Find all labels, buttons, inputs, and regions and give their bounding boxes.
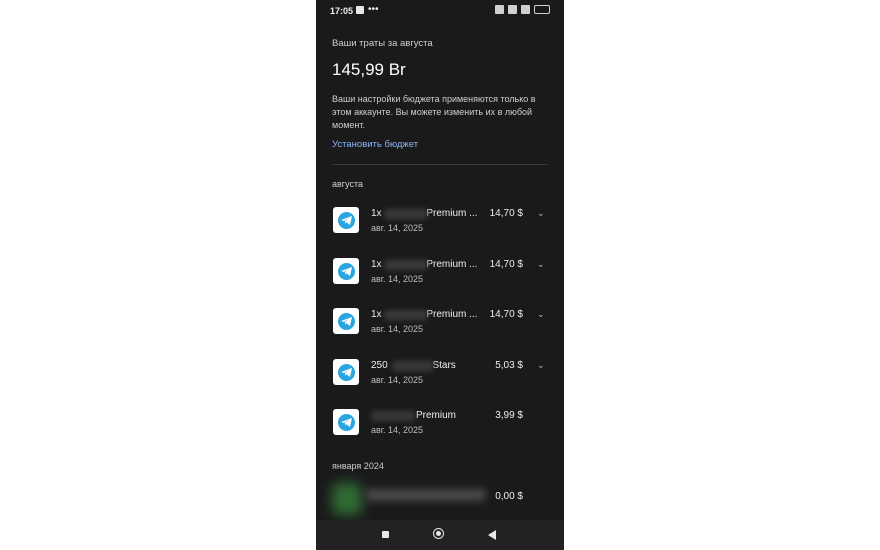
back-button[interactable]	[488, 530, 496, 540]
home-button[interactable]	[433, 528, 444, 539]
chevron-down-icon[interactable]: ⌄	[537, 360, 545, 371]
transaction-date: авг. 14, 2025	[371, 375, 424, 385]
set-budget-link[interactable]: Установить бюджет	[332, 139, 418, 150]
transaction-price: 14,70 $	[489, 259, 523, 270]
vpn-icon	[508, 5, 517, 14]
section-label: августа	[332, 179, 363, 189]
redacted-text	[366, 489, 486, 501]
app-icon	[333, 207, 359, 233]
app-icon	[333, 409, 359, 435]
notification-icon	[356, 6, 364, 14]
telegram-icon	[337, 413, 355, 431]
transaction-row[interactable]: 1x Premium ... авг. 14, 2025 14,70 $ ⌄	[316, 258, 564, 298]
transaction-price: 14,70 $	[489, 208, 523, 219]
redacted-text	[392, 361, 434, 371]
recents-button[interactable]	[382, 531, 389, 538]
transaction-date: авг. 14, 2025	[371, 324, 424, 334]
transaction-price: 0,00 $	[495, 491, 523, 502]
redacted-text	[384, 209, 428, 219]
mute-icon	[495, 5, 504, 14]
transaction-row[interactable]: 1x Premium ... авг. 14, 2025 14,70 $ ⌄	[316, 308, 564, 348]
telegram-icon	[337, 262, 355, 280]
transaction-price: 14,70 $	[489, 309, 523, 320]
telegram-icon	[337, 312, 355, 330]
transaction-row[interactable]: Premium авг. 14, 2025 3,99 $	[316, 409, 564, 449]
transaction-date: авг. 14, 2025	[371, 274, 424, 284]
status-icons	[495, 5, 550, 14]
transaction-price: 5,03 $	[495, 360, 523, 371]
status-time: 17:05	[330, 6, 354, 16]
redacted-text	[371, 411, 415, 421]
status-bar: 17:05 •••	[316, 0, 564, 22]
signal-icon	[521, 5, 530, 14]
chevron-down-icon[interactable]: ⌄	[537, 309, 545, 320]
chevron-down-icon[interactable]: ⌄	[537, 259, 545, 270]
transaction-row[interactable]: 1x Premium ... авг. 14, 2025 14,70 $ ⌄	[316, 207, 564, 247]
transaction-price: 3,99 $	[495, 410, 523, 421]
divider	[332, 164, 548, 165]
telegram-icon	[337, 363, 355, 381]
budget-title: Ваши траты за августа	[332, 38, 433, 49]
phone-screen: 17:05 ••• Ваши траты за августа 145,99 B…	[316, 0, 564, 550]
app-icon	[333, 308, 359, 334]
app-icon	[333, 258, 359, 284]
redacted-text	[384, 310, 428, 320]
telegram-icon	[337, 211, 355, 229]
app-icon	[333, 359, 359, 385]
redacted-text	[384, 260, 428, 270]
spent-amount: 145,99 Br	[332, 60, 406, 79]
navigation-bar	[316, 520, 564, 550]
section-label: января 2024	[332, 461, 384, 471]
battery-icon	[534, 5, 550, 14]
redacted-icon	[332, 483, 362, 515]
budget-note: Ваши настройки бюджета применяются тольк…	[332, 94, 536, 130]
transaction-date: авг. 14, 2025	[371, 223, 424, 233]
chevron-down-icon[interactable]: ⌄	[537, 208, 545, 219]
more-notifications-icon: •••	[368, 4, 379, 15]
transaction-date: авг. 14, 2025	[371, 425, 424, 435]
transaction-row[interactable]: 250 Stars авг. 14, 2025 5,03 $ ⌄	[316, 359, 564, 399]
